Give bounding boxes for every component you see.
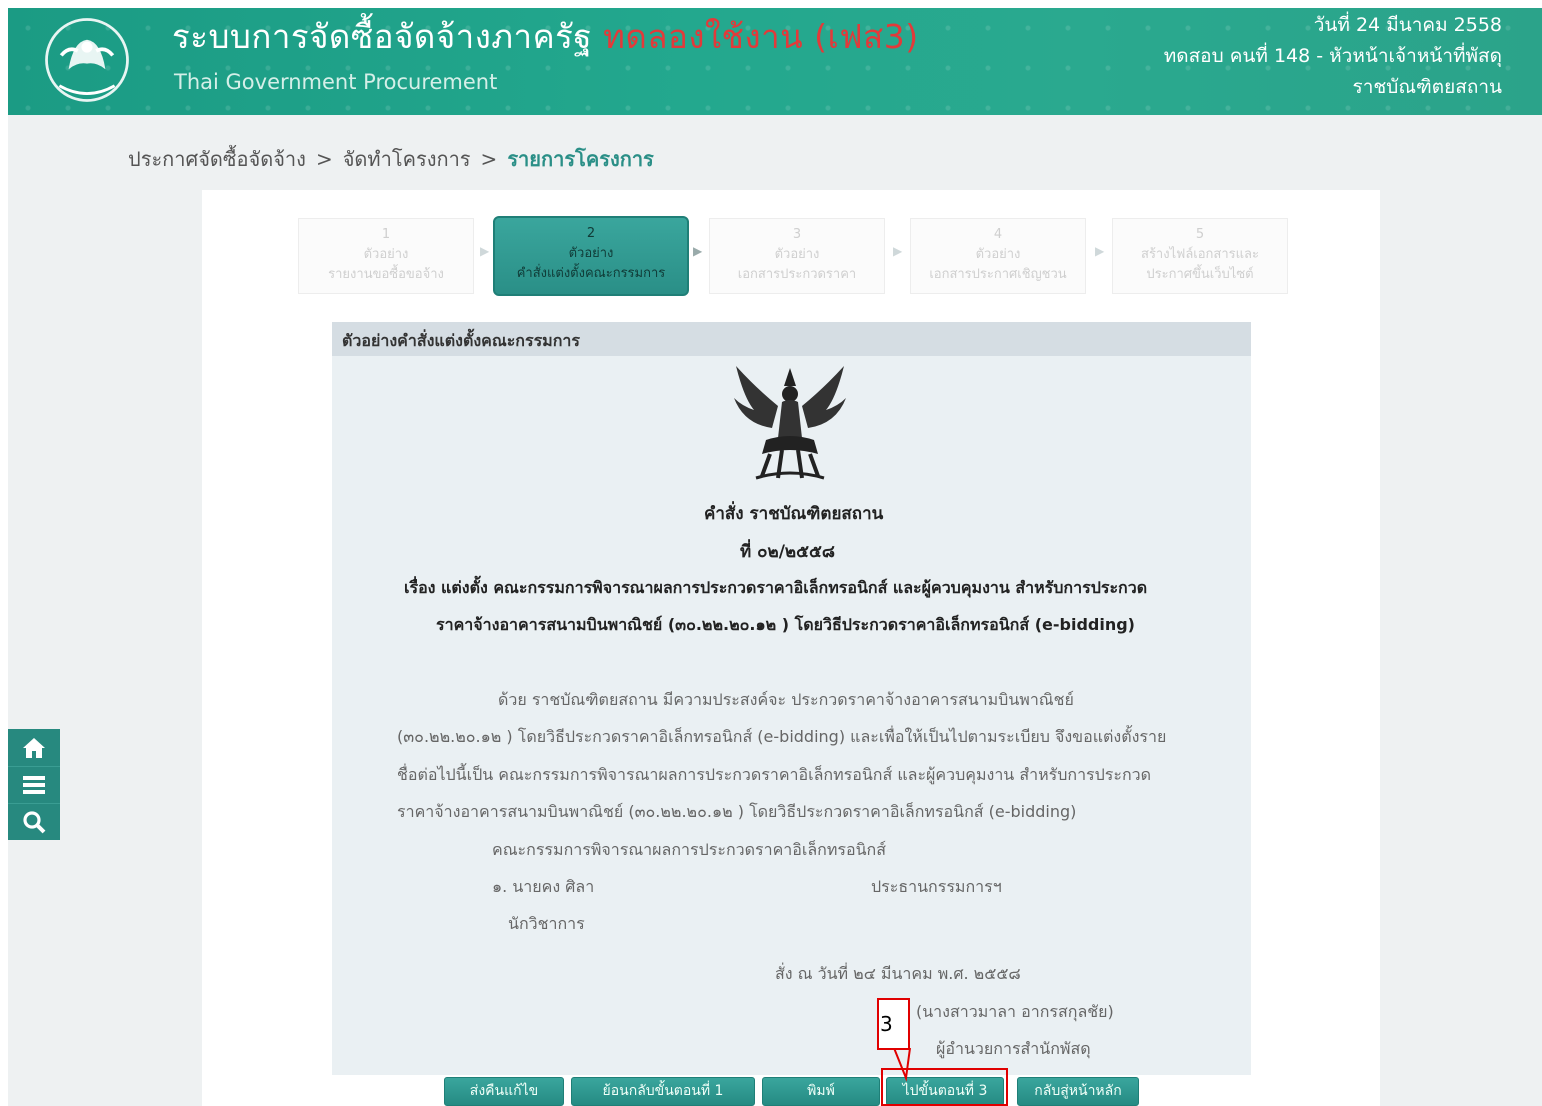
- order-number: ที่ ๐๒/๒๕๕๘: [740, 542, 835, 562]
- system-title: ระบบการจัดซื้อจัดจ้างภาครัฐ ทดลองใช้งาน …: [172, 10, 919, 63]
- step-label: ตัวอย่าง: [774, 247, 820, 262]
- department-logo-icon: [45, 18, 129, 102]
- step-label: รายงานขอซื้อขอจ้าง: [328, 267, 444, 282]
- print-button[interactable]: พิมพ์: [762, 1077, 880, 1106]
- order-header: คำสั่ง ราชบัณฑิตยสถาน: [704, 504, 884, 524]
- step-label: ตัวอย่าง: [975, 247, 1021, 262]
- signer-position: ผู้อำนวยการสำนักพัสดุ: [936, 1039, 1091, 1058]
- breadcrumb: ประกาศจัดซื้อจัดจ้าง > จัดทำโครงการ > รายการ…: [128, 143, 654, 175]
- back-home-button[interactable]: กลับสู่หน้าหลัก: [1017, 1077, 1139, 1106]
- step-number: 3: [792, 227, 802, 242]
- header-banner: ระบบการจัดซื้อจัดจ้างภาครัฐ ทดลองใช้งาน …: [8, 8, 1542, 115]
- breadcrumb-separator: >: [480, 147, 498, 171]
- step-arrow-icon: ▶: [480, 244, 490, 258]
- search-icon: [23, 811, 46, 834]
- step-arrow-icon: ▶: [893, 244, 903, 258]
- next-step-highlight: [881, 1068, 1008, 1106]
- step-number: 5: [1195, 227, 1205, 242]
- step-label: สร้างไฟล์เอกสารและ: [1141, 247, 1259, 262]
- breadcrumb-item-announcement[interactable]: ประกาศจัดซื้อจัดจ้าง: [128, 147, 306, 171]
- home-icon: [23, 737, 45, 758]
- step-arrow-icon: ▶: [1095, 244, 1105, 258]
- signer-name: (นางสาวมาลา อากรสกุลชัย): [916, 1002, 1114, 1021]
- step-label: ประกาศขึ้นเว็บไซต์: [1146, 267, 1254, 282]
- committee-member-position: นักวิชาการ: [508, 914, 585, 933]
- breadcrumb-item-project-list[interactable]: รายการโครงการ: [507, 147, 653, 171]
- step-label: เอกสารประกวดราคา: [737, 267, 857, 282]
- test-phase-label: ทดลองใช้งาน (เฟส3): [603, 17, 919, 56]
- document-panel-title: ตัวอย่างคำสั่งแต่งตั้งคณะกรรมการ: [332, 322, 1251, 356]
- back-step-1-button[interactable]: ย้อนกลับขั้นตอนที่ 1: [571, 1077, 755, 1106]
- step-label: ตัวอย่าง: [568, 246, 614, 261]
- committee-title: คณะกรรมการพิจารณาผลการประกวดราคาอิเล็กทร…: [492, 840, 886, 859]
- step-1[interactable]: 1 ตัวอย่าง รายงานขอซื้อขอจ้าง: [298, 218, 474, 294]
- side-toolbar: [8, 729, 60, 840]
- agency-name: ราชบัณฑิตยสถาน: [1352, 76, 1502, 98]
- committee-member-role: ประธานกรรมการฯ: [871, 877, 1002, 896]
- step-label: คำสั่งแต่งตั้งคณะกรรมการ: [516, 266, 666, 281]
- step-number: 1: [381, 227, 391, 242]
- order-subject-line-2: ราคาจ้างอาคารสนามบินพาณิชย์ (๓๐.๒๒.๒๐.๑๒…: [436, 615, 1135, 634]
- step-number: 4: [993, 227, 1003, 242]
- user-name[interactable]: ทดสอบ คนที่ 148 - หัวหน้าเจ้าหน้าที่พัสด…: [1164, 41, 1502, 72]
- step-5[interactable]: 5 สร้างไฟล์เอกสารและ ประกาศขึ้นเว็บไซต์: [1112, 218, 1288, 294]
- menu-icon: [23, 776, 45, 794]
- order-body-line-1: ด้วย ราชบัณฑิตยสถาน มีความประสงค์จะ ประก…: [498, 690, 1074, 709]
- user-info: วันที่ 24 มีนาคม 2558 ทดสอบ คนที่ 148 - …: [1164, 10, 1502, 103]
- order-body-line-2: (๓๐.๒๒.๒๐.๑๒ ) โดยวิธีประกวดราคาอิเล็กทร…: [397, 727, 1167, 746]
- step-number: 2: [586, 226, 596, 241]
- annotation-number: 3: [880, 1012, 893, 1036]
- step-label: เอกสารประกาศเชิญชวน: [929, 267, 1067, 282]
- step-arrow-icon: ▶: [693, 244, 703, 258]
- step-3[interactable]: 3 ตัวอย่าง เอกสารประกวดราคา: [709, 218, 885, 294]
- committee-member-name: ๑. นายคง ศิลา: [492, 877, 595, 896]
- step-2[interactable]: 2 ตัวอย่าง คำสั่งแต่งตั้งคณะกรรมการ: [493, 216, 689, 296]
- search-button[interactable]: [8, 803, 60, 840]
- order-subject-line-1: เรื่อง แต่งตั้ง คณะกรรมการพิจารณาผลการปร…: [404, 578, 1148, 597]
- step-4[interactable]: 4 ตัวอย่าง เอกสารประกาศเชิญชวน: [910, 218, 1086, 294]
- home-button[interactable]: [8, 729, 60, 766]
- menu-button[interactable]: [8, 766, 60, 803]
- step-label: ตัวอย่าง: [363, 247, 409, 262]
- page: ระบบการจัดซื้อจัดจ้างภาครัฐ ทดลองใช้งาน …: [0, 0, 1542, 1106]
- garuda-emblem-icon: [734, 366, 846, 480]
- system-subtitle: Thai Government Procurement: [174, 70, 498, 94]
- current-date: วันที่ 24 มีนาคม 2558: [1313, 14, 1502, 36]
- ordered-date: สั่ง ณ วันที่ ๒๔ มีนาคม พ.ศ. ๒๕๕๘: [775, 964, 1021, 983]
- breadcrumb-item-create-project[interactable]: จัดทำโครงการ: [343, 147, 471, 171]
- breadcrumb-separator: >: [315, 147, 333, 171]
- return-edit-button[interactable]: ส่งคืนแก้ไข: [444, 1077, 564, 1106]
- order-body-line-3: ชื่อต่อไปนี้เป็น คณะกรรมการพิจารณาผลการป…: [397, 765, 1152, 784]
- system-title-text: ระบบการจัดซื้อจัดจ้างภาครัฐ: [172, 17, 593, 56]
- order-body-line-4: ราคาจ้างอาคารสนามบินพาณิชย์ (๓๐.๒๒.๒๐.๑๒…: [397, 802, 1077, 821]
